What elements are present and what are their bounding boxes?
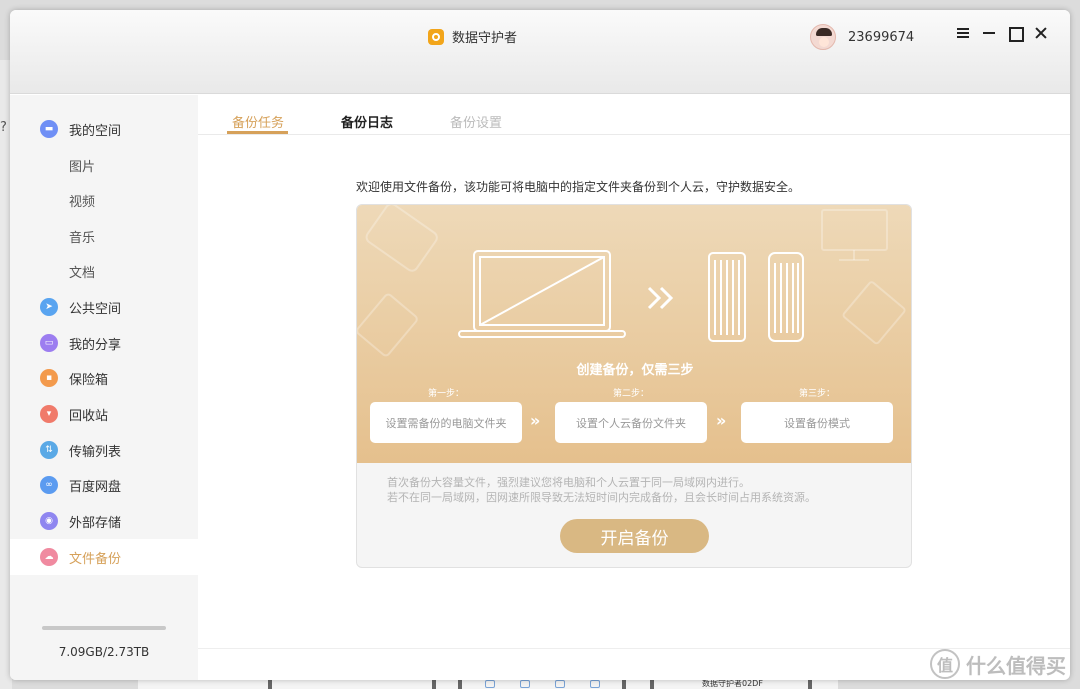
- menu-icon[interactable]: [956, 26, 970, 40]
- sidebar-item-label: 我的空间: [69, 123, 122, 139]
- backup-icon: ☁: [40, 548, 58, 566]
- avatar[interactable]: [810, 24, 836, 50]
- window-controls: [956, 26, 1048, 42]
- app-title: 数据守护者: [452, 31, 518, 46]
- tab-backup-log[interactable]: 备份日志: [341, 112, 393, 131]
- sidebar-item-label: 外部存储: [69, 515, 122, 531]
- notice-line-1: 首次备份大容量文件，强烈建议您将电脑和个人云置于同一局域网内进行。: [387, 476, 750, 489]
- select-backup-mode-button[interactable]: 设置备份模式: [741, 402, 893, 443]
- user-id: 23699674: [848, 29, 915, 45]
- sidebar-item-music[interactable]: 音乐: [10, 218, 198, 254]
- watermark-text: 什么值得买: [966, 653, 1066, 678]
- sidebar-item-my-space[interactable]: ▬ 我的空间: [10, 111, 198, 147]
- tab-backup-settings[interactable]: 备份设置: [450, 112, 502, 131]
- backup-hero-banner: 创建备份，仅需三步 第一步： 第二步： 第三步： 设置需备份的电脑文件夹 » 设…: [357, 205, 911, 463]
- minimize-icon[interactable]: [982, 26, 996, 40]
- sidebar-item-my-share[interactable]: ▭ 我的分享: [10, 325, 198, 361]
- maximize-icon[interactable]: [1008, 26, 1024, 42]
- taskbar-tick: [458, 680, 462, 689]
- taskbar-mini-icon: [590, 680, 600, 688]
- start-backup-button[interactable]: 开启备份: [560, 519, 709, 553]
- backup-setup-card: 创建备份，仅需三步 第一步： 第二步： 第三步： 设置需备份的电脑文件夹 » 设…: [356, 204, 912, 568]
- hero-title: 创建备份，仅需三步: [576, 363, 694, 378]
- select-pc-folder-button[interactable]: 设置需备份的电脑文件夹: [370, 402, 522, 443]
- sidebar-item-file-backup[interactable]: ☁ 文件备份: [10, 539, 198, 575]
- sidebar-item-documents[interactable]: 文档: [10, 253, 198, 289]
- watermark-logo-icon: 值: [930, 649, 960, 679]
- transfer-icon: ⇅: [40, 441, 58, 459]
- cloud-icon: ∞: [40, 476, 58, 494]
- sidebar-item-transfer-list[interactable]: ⇅ 传输列表: [10, 432, 198, 468]
- usb-icon: ◉: [40, 512, 58, 530]
- taskbar-tick: [432, 680, 436, 689]
- step-1-label: 第一步：: [427, 389, 464, 399]
- step-arrow-icon: »: [716, 411, 726, 430]
- sidebar-item-videos[interactable]: 视频: [10, 182, 198, 218]
- taskbar-tick: [622, 680, 626, 689]
- welcome-text: 欢迎使用文件备份，该功能可将电脑中的指定文件夹备份到个人云，守护数据安全。: [356, 180, 801, 194]
- sidebar-item-label: 公共空间: [69, 301, 122, 317]
- title-bar[interactable]: 数据守护者 23699674: [10, 10, 1070, 94]
- watermark: 值 什么值得买: [930, 649, 1066, 679]
- app-title-group: 数据守护者: [428, 27, 517, 46]
- send-icon: ➤: [40, 298, 58, 316]
- taskbar-mini-icon: [485, 680, 495, 688]
- share-icon: ▭: [40, 334, 58, 352]
- sidebar-item-label: 传输列表: [69, 444, 122, 460]
- sidebar-item-safe[interactable]: ▪ 保险箱: [10, 360, 198, 396]
- sidebar-item-recycle-bin[interactable]: ▾ 回收站: [10, 396, 198, 432]
- tab-bar: 备份任务 备份日志 备份设置: [198, 95, 1070, 135]
- sidebar-item-baidu-netdisk[interactable]: ∞ 百度网盘: [10, 467, 198, 503]
- taskbar-mini-icon: [520, 680, 530, 688]
- sidebar-item-external-storage[interactable]: ◉ 外部存储: [10, 503, 198, 539]
- close-icon[interactable]: [1034, 26, 1048, 40]
- storage-usage-bar: [42, 626, 166, 630]
- sidebar-item-public-space[interactable]: ➤ 公共空间: [10, 289, 198, 325]
- safe-icon: ▪: [40, 369, 58, 387]
- trash-icon: ▾: [40, 405, 58, 423]
- tab-backup-tasks[interactable]: 备份任务: [232, 112, 284, 131]
- sidebar-item-pictures[interactable]: 图片: [10, 147, 198, 183]
- backup-notice: 首次备份大容量文件，强烈建议您将电脑和个人云置于同一局域网内进行。 若不在同一局…: [387, 475, 816, 505]
- sidebar-item-label: 视频: [69, 194, 96, 210]
- app-logo-icon: [428, 28, 444, 45]
- storage-usage-text: 7.09GB/2.73TB: [58, 645, 150, 659]
- step-2-label: 第二步：: [612, 389, 649, 399]
- sidebar-item-label: 百度网盘: [69, 479, 122, 495]
- folder-icon: ▬: [40, 120, 58, 138]
- user-info[interactable]: 23699674: [810, 24, 914, 50]
- step-3-label: 第三步：: [798, 389, 835, 399]
- background-char: ?: [0, 120, 7, 135]
- active-tab-indicator: [227, 131, 288, 134]
- taskbar-mini-icon: [555, 680, 565, 688]
- sidebar: ▬ 我的空间 图片 视频 音乐 文档 ➤ 公共空间 ▭ 我的分享 ▪ 保险箱 ▾…: [10, 95, 198, 680]
- taskbar-tick: [268, 680, 272, 689]
- sidebar-item-label: 回收站: [69, 408, 109, 424]
- taskbar-tick: [650, 680, 654, 689]
- sidebar-item-label: 保险箱: [69, 372, 109, 388]
- notice-line-2: 若不在同一局域网，因网速所限导致无法短时间内完成备份，且会长时间占用系统资源。: [387, 491, 816, 504]
- sidebar-item-label: 文件备份: [69, 551, 122, 567]
- step-arrow-icon: »: [530, 411, 540, 430]
- sidebar-item-label: 音乐: [69, 230, 96, 246]
- sidebar-item-label: 文档: [69, 265, 96, 281]
- select-cloud-folder-button[interactable]: 设置个人云备份文件夹: [555, 402, 707, 443]
- app-window: 数据守护者 23699674 ▬ 我的空间 图片 视频 音乐 文档 ➤ 公共空间…: [10, 10, 1070, 680]
- taskbar-tick: [808, 680, 812, 689]
- sidebar-item-label: 我的分享: [69, 337, 122, 353]
- sidebar-item-label: 图片: [69, 159, 96, 175]
